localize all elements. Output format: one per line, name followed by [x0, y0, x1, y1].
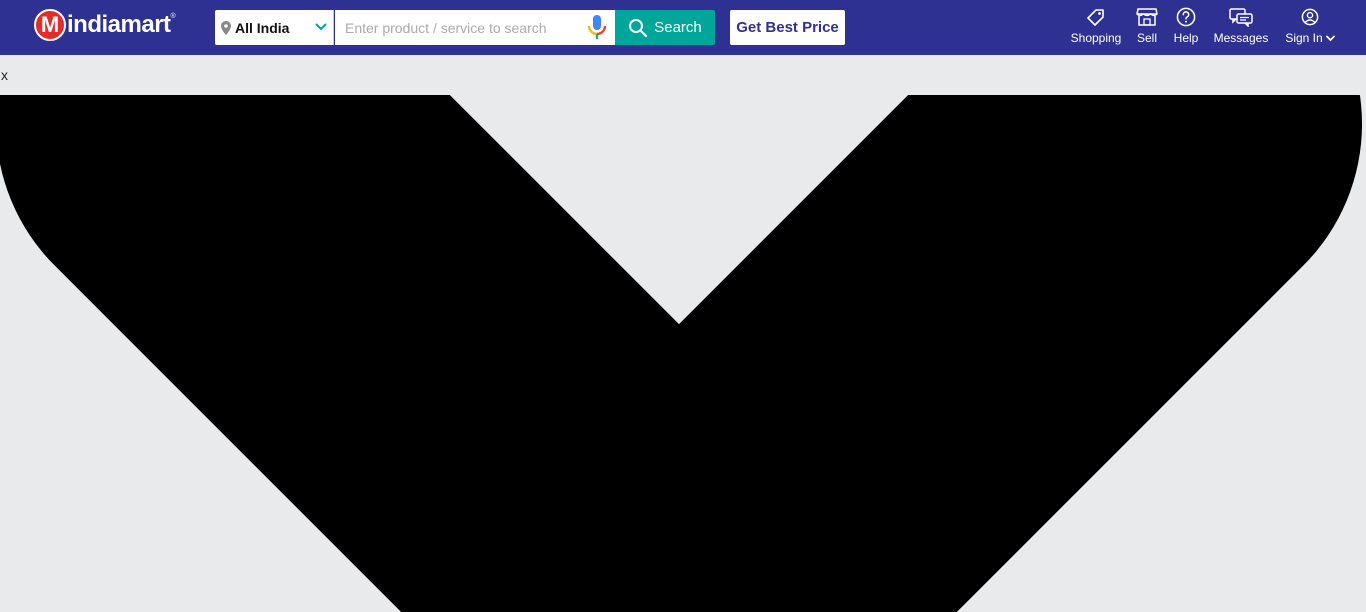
sign-in-text: Sign In: [1285, 31, 1323, 45]
chevron-down-icon: [1325, 35, 1335, 41]
top-header: M indiamart ® All India Search Get Best …: [0, 0, 1366, 55]
close-button[interactable]: x: [1, 67, 8, 83]
nav-shopping[interactable]: Shopping: [1070, 7, 1122, 47]
location-pin-icon: [221, 20, 231, 35]
location-selector[interactable]: All India: [215, 10, 334, 45]
search-button-label: Search: [654, 19, 702, 36]
user-icon: [1301, 7, 1319, 27]
chevron-down-icon: [0, 95, 1362, 612]
chevron-down-icon: [315, 21, 327, 33]
search-input[interactable]: [335, 10, 616, 45]
nav-shopping-label: Shopping: [1070, 31, 1122, 45]
nav-sell[interactable]: Sell: [1134, 7, 1160, 47]
storefront-icon: [1136, 7, 1158, 27]
nav-messages-label: Messages: [1213, 31, 1269, 45]
help-icon: [1176, 7, 1196, 27]
search-button[interactable]: Search: [615, 10, 715, 45]
microphone-icon[interactable]: [586, 14, 608, 42]
nav-sign-in[interactable]: Sign In: [1283, 7, 1337, 47]
search-icon: [628, 18, 648, 38]
logo-badge: M: [34, 9, 66, 41]
nav-help[interactable]: Help: [1171, 7, 1201, 47]
nav-help-label: Help: [1173, 31, 1199, 45]
nav-sell-label: Sell: [1136, 31, 1157, 45]
location-value: All India: [235, 19, 290, 36]
logo-wordmark: indiamart: [67, 11, 171, 38]
tag-icon: [1087, 7, 1105, 27]
indiamart-logo[interactable]: M indiamart ®: [34, 7, 176, 43]
get-best-price-button[interactable]: Get Best Price: [730, 10, 845, 45]
messages-icon: [1229, 7, 1253, 27]
nav-messages[interactable]: Messages: [1212, 7, 1270, 47]
nav-sign-in-label: Sign In: [1285, 31, 1335, 45]
registered-mark: ®: [170, 13, 176, 20]
